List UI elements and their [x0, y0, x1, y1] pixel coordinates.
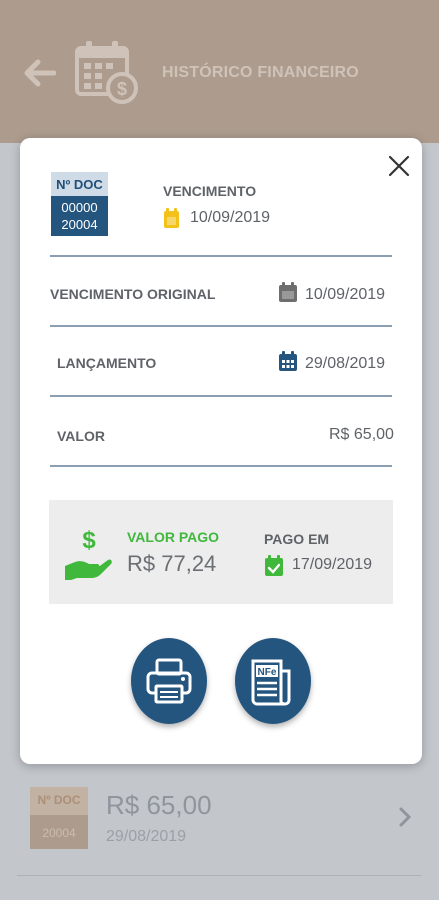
calendar-check-icon: [265, 555, 283, 576]
list-item-date: 29/08/2019: [106, 828, 187, 845]
calendar-yellow-icon: [164, 208, 179, 228]
calendar-gray-icon: [279, 282, 297, 302]
issue-date-label: LANÇAMENTO: [57, 355, 157, 371]
chevron-right-icon[interactable]: [398, 806, 412, 828]
list-item-amount: R$ 65,00: [106, 790, 212, 820]
doc-number-line2: 20004: [61, 217, 98, 232]
nfe-document-icon: NFe: [251, 659, 291, 706]
calendar-blue-icon: [279, 351, 297, 371]
paid-amount-label: VALOR PAGO: [127, 529, 220, 545]
amount-label: VALOR: [57, 428, 105, 444]
issue-date-value: 29/08/2019: [305, 355, 386, 372]
list-divider: [17, 875, 422, 876]
due-date-label: VENCIMENTO: [163, 183, 257, 199]
doc-number: 20004: [30, 815, 88, 849]
original-due-date-value: 10/09/2019: [305, 286, 386, 303]
doc-number-line1: 00000: [61, 200, 98, 215]
paid-on-label: PAGO EM: [264, 531, 330, 547]
doc-number: 00000 20004: [51, 196, 108, 236]
divider: [50, 465, 392, 467]
svg-text:$: $: [82, 527, 96, 554]
paid-summary-box: $ VALOR PAGO R$ 77,24 PAGO EM 17/09/2019: [49, 500, 393, 604]
divider: [50, 325, 392, 327]
svg-text:$: $: [117, 79, 127, 99]
original-due-date-label: VENCIMENTO ORIGINAL: [50, 286, 216, 302]
list-item-doc-badge: Nº DOC 20004: [30, 787, 88, 849]
divider: [50, 255, 392, 257]
print-button[interactable]: [131, 638, 207, 724]
app-header: $ HISTÓRICO FINANCEIRO: [0, 0, 439, 143]
back-arrow-icon[interactable]: [22, 58, 56, 88]
doc-number-badge: Nº DOC 00000 20004: [51, 172, 108, 236]
nfe-icon-text: NFe: [258, 667, 277, 678]
nfe-button[interactable]: NFe: [235, 638, 311, 724]
paid-amount-value: R$ 77,24: [127, 551, 217, 576]
payment-details-modal: Nº DOC 00000 20004 VENCIMENTO 10/09/2019…: [20, 138, 422, 764]
calendar-money-icon: $: [75, 41, 138, 104]
doc-label: Nº DOC: [51, 172, 108, 196]
due-date-value: 10/09/2019: [190, 209, 271, 226]
amount-value: R$ 65,00: [329, 426, 394, 443]
paid-on-date: 17/09/2019: [292, 556, 373, 573]
page-title: HISTÓRICO FINANCEIRO: [162, 64, 359, 81]
printer-icon: [146, 658, 192, 704]
doc-label: Nº DOC: [30, 787, 88, 815]
hand-money-icon: $: [65, 527, 112, 580]
divider: [50, 395, 392, 397]
close-icon[interactable]: [387, 154, 411, 178]
